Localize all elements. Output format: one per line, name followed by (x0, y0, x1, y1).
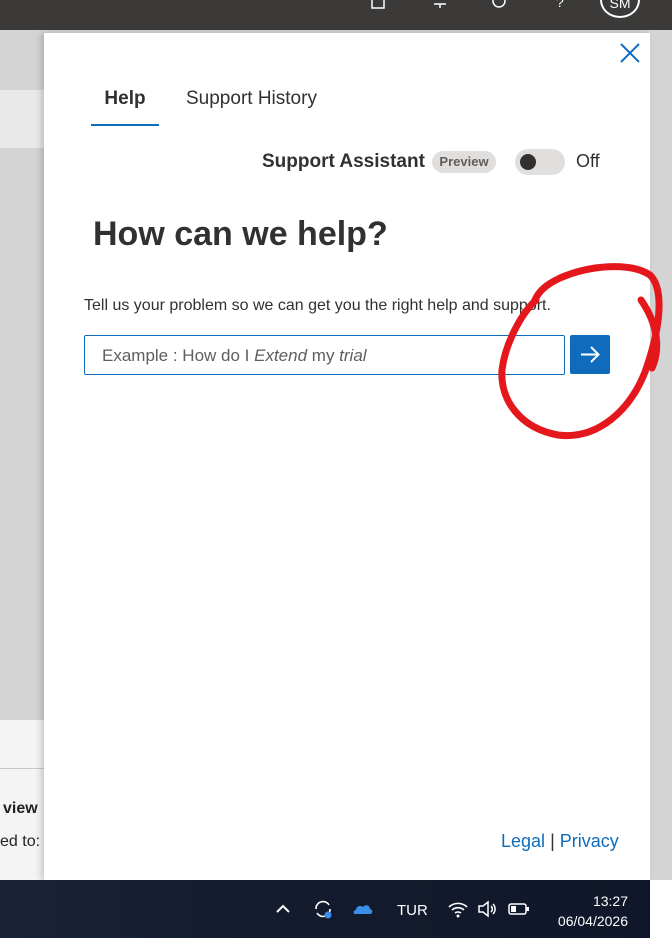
background-header-band (0, 90, 44, 148)
footer-links: Legal | Privacy (501, 831, 619, 852)
background-divider (0, 768, 44, 769)
gear-icon[interactable] (488, 0, 510, 10)
clock-time: 13:27 (592, 893, 628, 909)
chevron-up-icon[interactable] (273, 898, 293, 920)
arrow-right-icon (581, 346, 600, 363)
legal-link[interactable]: Legal (501, 831, 545, 851)
volume-icon[interactable] (476, 898, 498, 920)
sync-icon[interactable] (312, 898, 334, 920)
onedrive-cloud-icon[interactable] (352, 898, 374, 920)
help-question-icon[interactable]: ? (556, 0, 564, 10)
background-view-label: view (3, 800, 38, 817)
clock-date: 06/04/2026 (557, 913, 628, 929)
wifi-icon[interactable] (447, 898, 469, 920)
toggle-state-label: Off (576, 151, 600, 171)
close-icon[interactable] (618, 41, 642, 65)
search-placeholder: Example : How do I Extend my trial (102, 346, 367, 366)
placeholder-middle: my (307, 346, 340, 365)
placeholder-emphasis-trial: trial (339, 346, 367, 365)
footer-separator: | (550, 831, 555, 851)
user-avatar[interactable]: SM (600, 0, 640, 18)
helper-text: Tell us your problem so we can get you t… (84, 297, 551, 314)
tab-support-history[interactable]: Support History (186, 88, 317, 127)
help-panel: Help Support History Support Assistant P… (44, 33, 650, 880)
avatar-initials: SM (609, 0, 631, 11)
feedback-icon[interactable] (368, 0, 390, 10)
support-assistant-row: Support Assistant Preview Off (262, 149, 622, 177)
bell-icon[interactable] (429, 0, 451, 10)
placeholder-emphasis-extend: Extend (254, 346, 308, 365)
submit-search-button[interactable] (570, 335, 610, 374)
taskbar-clock[interactable]: 13:27 06/04/2026 (548, 891, 628, 931)
placeholder-prefix: Example : How do I (102, 346, 255, 365)
windows-taskbar: TUR 13:27 06/04/2026 (0, 880, 650, 938)
battery-icon[interactable] (507, 898, 531, 920)
problem-search-input[interactable]: Example : How do I Extend my trial (84, 335, 565, 375)
language-indicator[interactable]: TUR (397, 902, 428, 919)
support-assistant-toggle[interactable] (515, 149, 565, 175)
tab-help[interactable]: Help (91, 88, 159, 127)
page-title: How can we help? (93, 215, 388, 253)
preview-badge: Preview (432, 151, 496, 173)
background-shared-label: ed to: (0, 833, 41, 850)
toggle-knob (520, 154, 536, 170)
top-app-bar: ? SM (0, 0, 672, 30)
support-assistant-label: Support Assistant (262, 151, 425, 172)
screen-edge (650, 880, 672, 938)
privacy-link[interactable]: Privacy (560, 831, 619, 851)
